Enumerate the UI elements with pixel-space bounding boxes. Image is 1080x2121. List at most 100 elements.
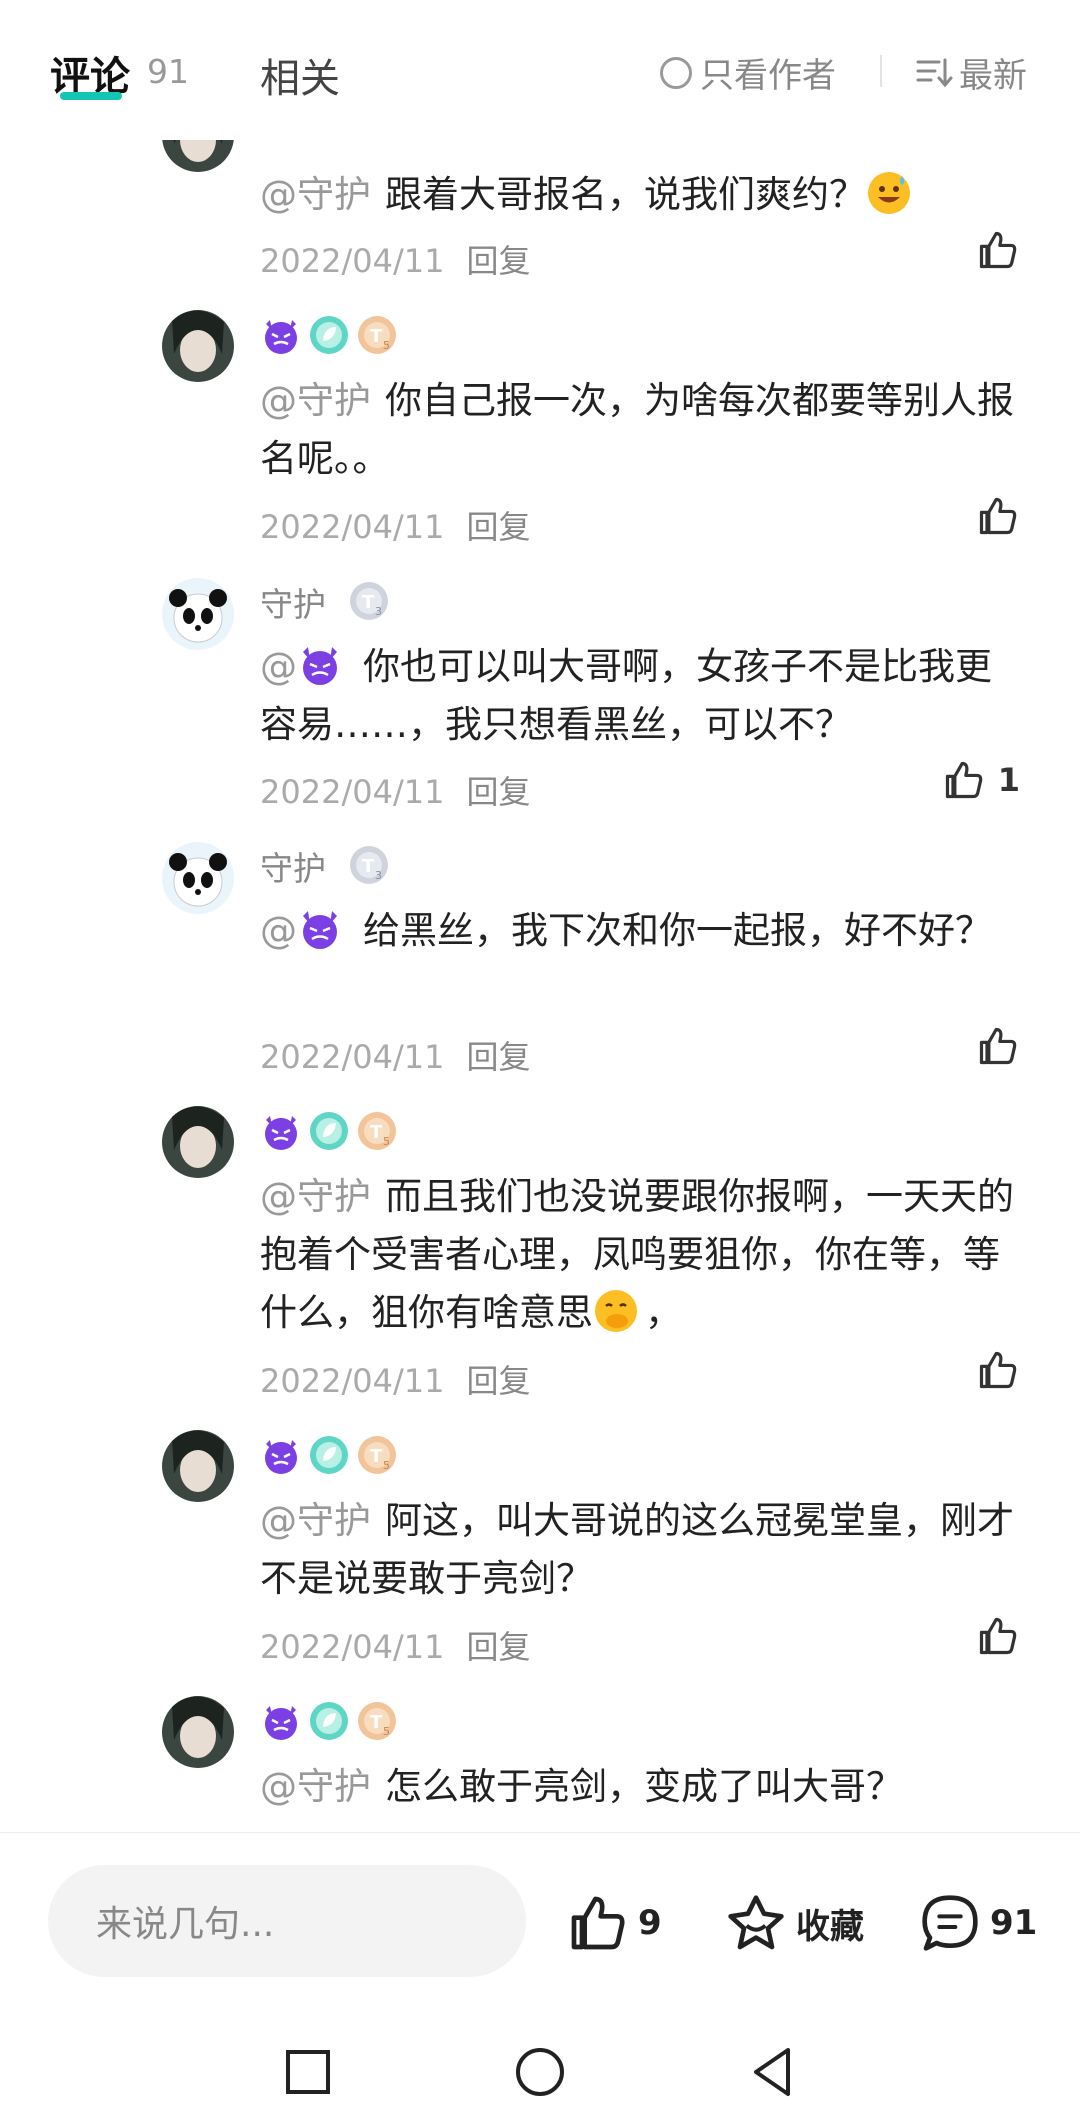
devil-emoji-icon [297, 642, 343, 688]
like-button[interactable] [976, 1024, 1020, 1068]
mention[interactable]: @ [260, 645, 349, 688]
comments-button[interactable]: 91 [918, 1891, 1037, 1955]
favorite-label: 收藏 [796, 1906, 864, 1947]
svg-text:5: 5 [383, 339, 390, 352]
avatar[interactable] [162, 1106, 234, 1178]
leaf-badge-icon [308, 1700, 350, 1742]
coin-t3-badge-icon: T3 [348, 580, 390, 622]
mention[interactable]: @守护 [260, 379, 371, 422]
svg-text:T: T [370, 1446, 383, 1467]
svg-text:T: T [362, 856, 375, 877]
like-button[interactable] [976, 1348, 1020, 1392]
reply-button[interactable]: 回复 [466, 1628, 530, 1666]
user-badges: T5 [260, 1432, 398, 1478]
panda-avatar[interactable] [162, 578, 234, 650]
thumbs-up-icon [979, 1617, 1017, 1655]
comment-text: @守护 跟着大哥报名，说我们爽约？ [260, 166, 1020, 224]
reply-button[interactable]: 回复 [466, 242, 530, 280]
avatar[interactable] [162, 1696, 234, 1768]
svg-text:3: 3 [375, 605, 382, 618]
comment-text: @守护 阿这，叫大哥说的这么冠冕堂皇，刚才不是说要敢于亮剑？ [260, 1499, 1014, 1600]
username[interactable]: 守护 [260, 842, 326, 890]
reply-button[interactable]: 回复 [466, 1362, 530, 1400]
svg-text:3: 3 [375, 869, 382, 882]
svg-text:5: 5 [383, 1459, 390, 1472]
svg-text:5: 5 [383, 1725, 390, 1738]
comment-bubble-icon [922, 1895, 978, 1951]
comment-meta: 2022/04/11 回复 [260, 767, 530, 813]
devil-badge-icon [260, 314, 302, 356]
active-tab-indicator [60, 92, 122, 100]
reply-button[interactable]: 回复 [466, 508, 530, 546]
author-only-toggle[interactable]: 只看作者 [660, 48, 836, 97]
svg-text:5: 5 [383, 1135, 390, 1148]
user-badges: T5 [260, 1698, 398, 1744]
like-count: 1 [997, 761, 1020, 799]
sort-latest-button[interactable]: 最新 [915, 48, 1027, 97]
like-button[interactable] [976, 494, 1020, 538]
like-button[interactable] [976, 1614, 1020, 1658]
mention[interactable]: @守护 [260, 173, 371, 216]
svg-text:T: T [362, 592, 375, 613]
sort-icon [916, 58, 953, 87]
comment-text: @守护 你自己报一次，为啥每次都要等别人报名呢。。 [260, 379, 1014, 480]
username[interactable]: 守护 [260, 578, 326, 626]
tab-comments-count: 91 [147, 52, 189, 91]
devil-badge-icon [260, 1110, 302, 1152]
tab-related[interactable]: 相关 [260, 46, 340, 104]
devil-emoji-icon [297, 906, 343, 952]
comment-meta: 2022/04/11 回复 [260, 1032, 530, 1078]
recent-apps-square-icon[interactable] [278, 2042, 338, 2102]
thumbs-up-icon [979, 231, 1017, 269]
mention[interactable]: @守护 [260, 1175, 371, 1218]
thumbs-up-icon [979, 1027, 1017, 1065]
radio-circle-icon [660, 56, 692, 89]
author-only-label: 只看作者 [700, 56, 836, 96]
comments-header: 评论 91 相关 只看作者 最新 [0, 0, 1080, 140]
divider [880, 55, 882, 87]
leaf-badge-icon [308, 1434, 350, 1476]
comment-text: @ 给黑丝，我下次和你一起报，好不好？ [260, 902, 1020, 960]
svg-text:T: T [370, 1122, 383, 1143]
back-triangle-icon[interactable] [742, 2042, 802, 2102]
like-button[interactable] [976, 228, 1020, 272]
comment-date: 2022/04/11 [260, 773, 445, 811]
thumbs-up-icon [979, 497, 1017, 535]
user-badges: T3 [348, 842, 390, 888]
reply-button[interactable]: 回复 [466, 773, 530, 811]
comment-date: 2022/04/11 [260, 1628, 445, 1666]
system-navigation-bar [0, 2000, 1080, 2121]
coin-t5-badge-icon: T5 [356, 1434, 398, 1476]
home-circle-icon[interactable] [510, 2042, 570, 2102]
favorite-button[interactable]: 收藏 [724, 1891, 864, 1955]
comment-meta: 2022/04/11 回复 [260, 502, 530, 548]
leaf-badge-icon [308, 1110, 350, 1152]
comment-input[interactable]: 来说几句... [48, 1865, 526, 1977]
comment-date: 2022/04/11 [260, 242, 445, 280]
comment-text: @守护 怎么敢于亮剑，变成了叫大哥？ [260, 1765, 903, 1808]
like-post-button[interactable]: 9 [566, 1891, 662, 1955]
avatar[interactable] [162, 310, 234, 382]
mention[interactable]: @守护 [260, 1765, 371, 1808]
sweat-smile-emoji-icon [866, 170, 912, 216]
sort-label: 最新 [959, 56, 1027, 96]
svg-text:T: T [370, 1712, 383, 1733]
mention[interactable]: @ [260, 909, 349, 952]
comment-count: 91 [990, 1903, 1038, 1943]
svg-text:T: T [370, 326, 383, 347]
bottom-action-bar: 来说几句... 9 收藏 91 [0, 1832, 1080, 1977]
star-icon [728, 1895, 784, 1950]
reply-button[interactable]: 回复 [466, 1038, 530, 1076]
comment-date: 2022/04/11 [260, 508, 445, 546]
leaf-badge-icon [308, 314, 350, 356]
comment-text: @守护 而且我们也没说要跟你报啊，一天天的抱着个受害者心理，凤鸣要狙你，你在等，等… [260, 1175, 1014, 1334]
mention[interactable]: @守护 [260, 1499, 371, 1542]
thumbs-up-icon [571, 1896, 625, 1950]
devil-badge-icon [260, 1700, 302, 1742]
comment-meta: 2022/04/11 回复 [260, 236, 530, 282]
avatar[interactable] [162, 1430, 234, 1502]
like-button[interactable]: 1 [942, 758, 1020, 802]
coin-t5-badge-icon: T5 [356, 314, 398, 356]
panda-avatar[interactable] [162, 842, 234, 914]
devil-badge-icon [260, 1434, 302, 1476]
